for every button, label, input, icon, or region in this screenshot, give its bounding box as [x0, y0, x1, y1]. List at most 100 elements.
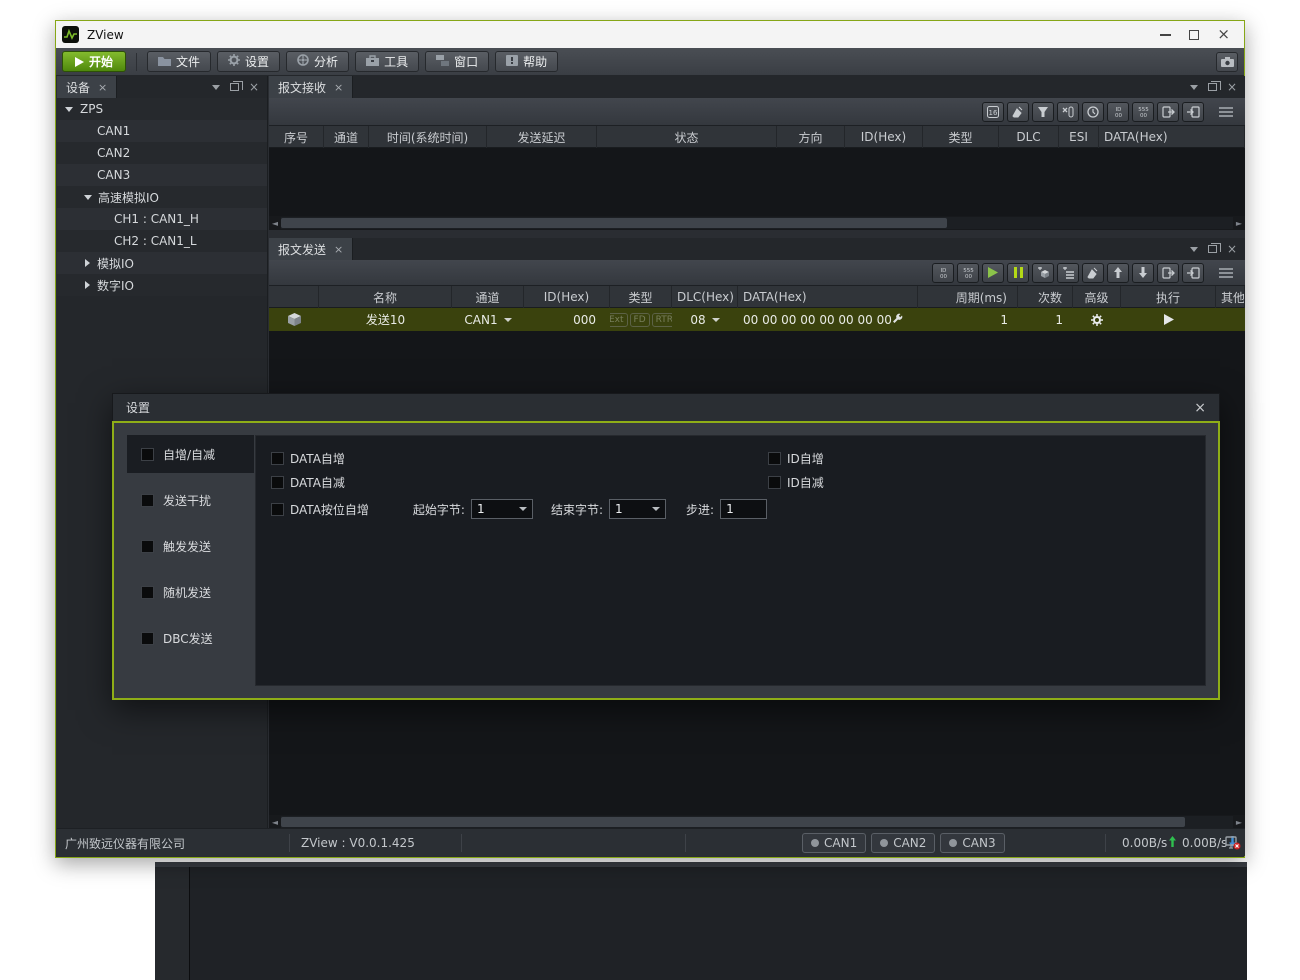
col-icon[interactable]: [269, 286, 319, 308]
analyze-button[interactable]: 分析: [286, 51, 349, 72]
start-button[interactable]: 开始: [62, 51, 126, 72]
timestamp-icon[interactable]: [1082, 102, 1104, 122]
badge-rtr[interactable]: RTR: [652, 313, 672, 327]
col-type[interactable]: 类型: [923, 126, 999, 148]
receive-hscrollbar[interactable]: ◄ ►: [269, 216, 1245, 230]
id-format-icon[interactable]: ID00: [932, 263, 954, 283]
checkbox[interactable]: [141, 540, 154, 553]
move-up-icon[interactable]: [1107, 263, 1129, 283]
import-icon[interactable]: [1182, 102, 1204, 122]
checkbox[interactable]: [141, 632, 154, 645]
send-row[interactable]: 发送10 CAN1 000 Ext FD RTR 08 00 00 00 00 …: [269, 308, 1245, 331]
col-id[interactable]: ID(Hex): [524, 286, 610, 308]
checkbox[interactable]: [141, 586, 154, 599]
panel-menu-icon[interactable]: [1190, 85, 1198, 90]
clear-icon[interactable]: [1007, 102, 1029, 122]
col-dlc[interactable]: DLC: [999, 126, 1059, 148]
can2-indicator[interactable]: CAN2: [871, 833, 935, 853]
data-inc-option[interactable]: DATA自增: [271, 450, 345, 467]
tree-item-analog-io[interactable]: 模拟IO: [57, 252, 267, 274]
checkbox[interactable]: [271, 476, 284, 489]
send-row-id[interactable]: 000: [524, 308, 610, 331]
badge-fd[interactable]: FD: [630, 313, 650, 327]
tree-item-can1[interactable]: CAN1: [57, 120, 267, 142]
expander-open-icon[interactable]: [84, 195, 92, 200]
col-type[interactable]: 类型: [610, 286, 672, 308]
dialog-tab-send-interfere[interactable]: 发送干扰: [127, 481, 254, 519]
panel-float-icon[interactable]: [1208, 83, 1217, 91]
panel-menu-icon[interactable]: [1190, 247, 1198, 252]
export-icon[interactable]: [1157, 263, 1179, 283]
send-row-count[interactable]: 1: [1018, 308, 1073, 331]
panel-options-menu-icon[interactable]: [1213, 263, 1239, 283]
id-format-icon[interactable]: ID00: [1107, 102, 1129, 122]
channel-select[interactable]: CAN1: [452, 308, 524, 331]
send-row-data[interactable]: 00 00 00 00 00 00 00 00: [738, 308, 918, 331]
col-dlc[interactable]: DLC(Hex): [672, 286, 738, 308]
close-button[interactable]: ×: [1217, 28, 1230, 41]
hex-display-icon[interactable]: 16: [982, 102, 1004, 122]
id-dec-option[interactable]: ID自减: [768, 474, 824, 491]
maximize-button[interactable]: [1189, 30, 1199, 40]
panel-float-icon[interactable]: [230, 83, 239, 91]
col-seq[interactable]: 序号: [269, 126, 324, 148]
col-name[interactable]: 名称: [319, 286, 452, 308]
move-down-icon[interactable]: [1132, 263, 1154, 283]
expander-closed-icon[interactable]: [85, 259, 90, 267]
col-esi[interactable]: ESI: [1059, 126, 1099, 148]
panel-float-icon[interactable]: [1208, 245, 1217, 253]
tab-close-icon[interactable]: ×: [98, 81, 107, 94]
panel-close-icon[interactable]: ×: [1227, 82, 1237, 92]
col-other[interactable]: 其他: [1216, 286, 1245, 308]
settings-button[interactable]: 设置: [217, 51, 280, 72]
col-time[interactable]: 时间(系统时间): [369, 126, 487, 148]
help-button[interactable]: 帮助: [495, 51, 558, 72]
scroll-left-icon[interactable]: ◄: [269, 815, 281, 829]
dlc-select[interactable]: 08: [672, 308, 738, 331]
dialog-tab-dbc-send[interactable]: DBC发送: [127, 619, 254, 657]
dialog-tab-random-send[interactable]: 随机发送: [127, 573, 254, 611]
can1-indicator[interactable]: CAN1: [802, 833, 866, 853]
expander-open-icon[interactable]: [65, 107, 73, 112]
clear-icon[interactable]: [1082, 263, 1104, 283]
panel-menu-icon[interactable]: [212, 85, 220, 90]
checkbox[interactable]: [141, 448, 154, 461]
stop-record-icon[interactable]: [1057, 102, 1079, 122]
tab-close-icon[interactable]: ×: [334, 243, 343, 256]
tree-item-can2[interactable]: CAN2: [57, 142, 267, 164]
scroll-right-icon[interactable]: ►: [1233, 216, 1245, 230]
tree-item-ch2[interactable]: CH2 : CAN1_L: [57, 230, 267, 252]
col-status[interactable]: 状态: [597, 126, 777, 148]
tree-item-can3[interactable]: CAN3: [57, 164, 267, 186]
checkbox[interactable]: [768, 452, 781, 465]
col-direction[interactable]: 方向: [777, 126, 845, 148]
execute-play-icon[interactable]: [1121, 308, 1216, 331]
data-format-icon[interactable]: 55500: [1132, 102, 1154, 122]
step-input[interactable]: [720, 499, 767, 519]
screenshot-button[interactable]: [1216, 52, 1238, 72]
send-hscrollbar[interactable]: ◄ ►: [269, 815, 1245, 829]
tree-item-hs-analog-io[interactable]: 高速模拟IO: [57, 186, 267, 208]
start-byte-select[interactable]: 1: [471, 499, 533, 519]
checkbox[interactable]: [141, 494, 154, 507]
col-channel[interactable]: 通道: [324, 126, 369, 148]
tools-button[interactable]: 工具: [355, 51, 419, 72]
end-byte-select[interactable]: 1: [609, 499, 666, 519]
start-send-icon[interactable]: [982, 263, 1004, 283]
expander-closed-icon[interactable]: [85, 281, 90, 289]
dialog-tab-trigger-send[interactable]: 触发发送: [127, 527, 254, 565]
pause-send-icon[interactable]: [1007, 263, 1029, 283]
export-icon[interactable]: [1157, 102, 1179, 122]
dialog-close-icon[interactable]: ×: [1194, 400, 1206, 416]
scroll-right-icon[interactable]: ►: [1233, 815, 1245, 829]
checkbox[interactable]: [271, 503, 284, 516]
id-inc-option[interactable]: ID自增: [768, 450, 824, 467]
tab-close-icon[interactable]: ×: [334, 81, 343, 94]
checkbox[interactable]: [271, 452, 284, 465]
badge-ext[interactable]: Ext: [610, 313, 628, 327]
col-count[interactable]: 次数: [1018, 286, 1073, 308]
col-period[interactable]: 周期(ms): [918, 286, 1018, 308]
col-id[interactable]: ID(Hex): [845, 126, 923, 148]
col-data[interactable]: DATA(Hex): [738, 286, 918, 308]
scroll-left-icon[interactable]: ◄: [269, 216, 281, 230]
